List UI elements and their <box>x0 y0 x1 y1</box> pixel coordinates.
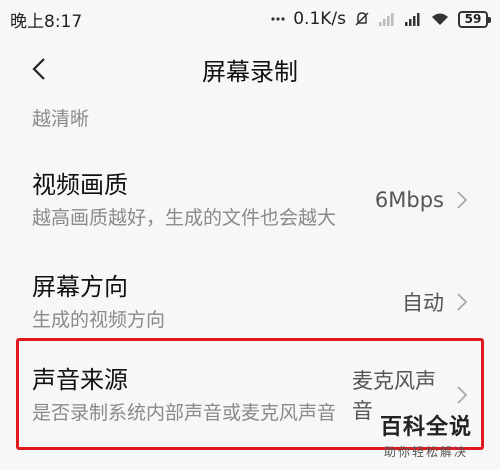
wifi-icon <box>430 12 450 26</box>
battery-icon: 59 <box>458 10 491 28</box>
page-title: 屏幕录制 <box>202 57 298 86</box>
setting-value: 6Mbps <box>374 188 444 212</box>
setting-subtitle: 生成的视频方向 <box>32 308 166 331</box>
setting-value-group: 6Mbps <box>375 188 468 212</box>
setting-title: 视频画质 <box>32 170 128 199</box>
setting-value-group: 自动 <box>402 287 468 317</box>
setting-video-quality[interactable]: 视频画质 越高画质越好，生成的文件也会越大 6Mbps <box>0 152 500 248</box>
chevron-right-icon <box>456 293 468 311</box>
signal-icon-2 <box>404 12 422 26</box>
setting-subtitle: 是否录制系统内部声音或麦克风声音 <box>32 401 337 424</box>
status-icons: 0.1K/s 59 <box>271 9 491 29</box>
watermark-main-text: 百科全说 <box>379 415 472 440</box>
header: 屏幕录制 <box>0 38 500 100</box>
row-texts: 视频画质 越高画质越好，生成的文件也会越大 <box>32 168 352 233</box>
network-speed: 0.1K/s <box>293 9 346 29</box>
setting-title: 屏幕方向 <box>32 272 128 301</box>
row-texts: 屏幕方向 生成的视频方向 <box>32 270 352 335</box>
row-texts: 声音来源 是否录制系统内部声音或麦克风声音 <box>32 363 352 428</box>
chevron-right-icon <box>456 386 468 404</box>
setting-title: 声音来源 <box>32 365 128 394</box>
dots-icon <box>271 16 285 22</box>
watermark-subtext: 助你轻松解决 <box>383 445 468 459</box>
watermark: 百科全说 助你轻松解决 <box>366 409 486 460</box>
previous-item-subtitle: 越清晰 <box>32 108 90 130</box>
setting-screen-orientation[interactable]: 屏幕方向 生成的视频方向 自动 <box>0 266 500 338</box>
setting-value: 自动 <box>402 291 444 315</box>
setting-subtitle: 越高画质越好，生成的文件也会越大 <box>32 206 337 229</box>
chevron-right-icon <box>456 191 468 209</box>
status-bar: 晚上8:17 0.1K/s 59 <box>0 0 500 38</box>
signal-icon <box>378 12 396 26</box>
mute-icon <box>354 11 370 27</box>
status-time: 晚上8:17 <box>10 11 83 32</box>
watermark-logo: 百科全说 <box>366 409 486 441</box>
back-arrow-icon[interactable] <box>28 58 50 80</box>
